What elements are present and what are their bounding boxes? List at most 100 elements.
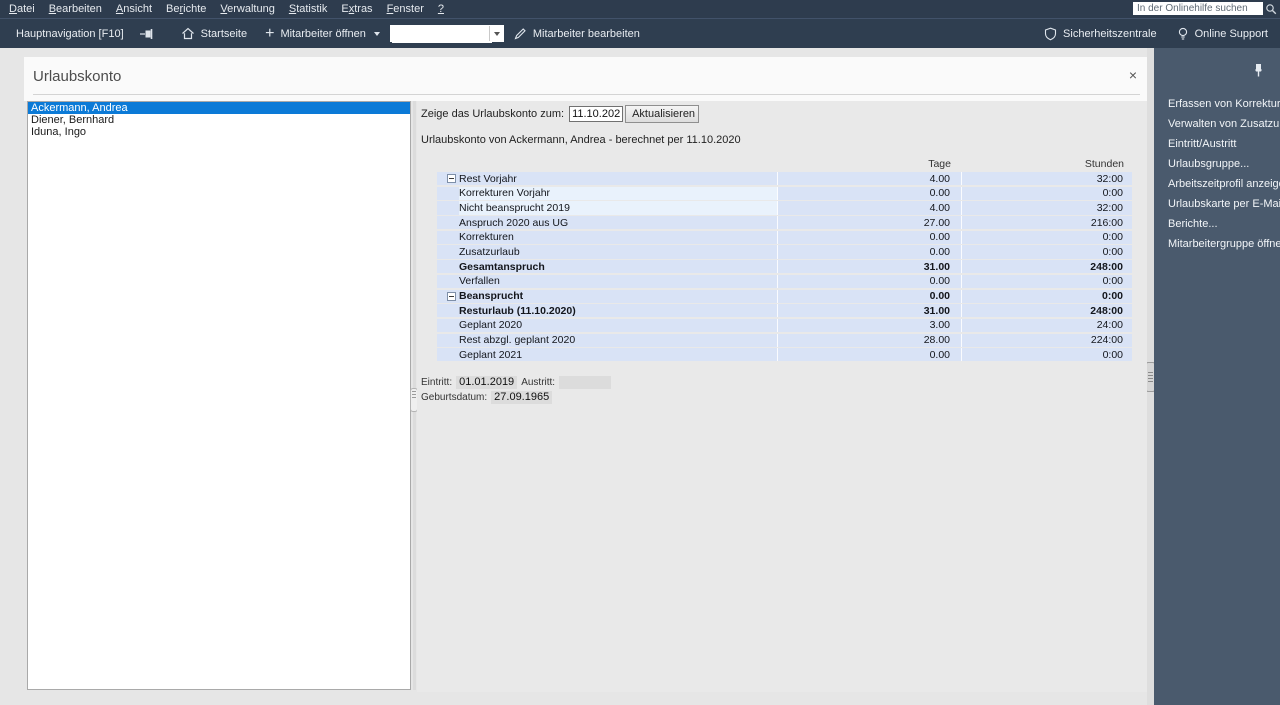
table-row[interactable]: Geplant 2021 0.00 0:00 xyxy=(437,348,1132,362)
home-icon xyxy=(181,27,195,40)
geburtsdatum-label: Geburtsdatum: xyxy=(421,391,488,403)
row-tage-value: 4.00 xyxy=(778,172,962,186)
row-tage-value: 31.00 xyxy=(778,304,962,318)
row-tage-value: 3.00 xyxy=(778,318,962,333)
sidebar-item-erfassen-von-korrekturen[interactable]: Erfassen von Korrekturen xyxy=(1154,94,1280,114)
online-help-search-input[interactable] xyxy=(1133,3,1263,14)
row-stunden-value: 0:00 xyxy=(1102,246,1123,259)
list-item[interactable]: Iduna, Ingo xyxy=(28,126,410,138)
row-label: Geplant 2021 xyxy=(459,348,778,362)
table-header: Tage Stunden xyxy=(437,158,1132,171)
row-label: Gesamtanspruch xyxy=(459,260,778,274)
startseite-button[interactable]: Startseite xyxy=(181,27,247,40)
row-label: Korrekturen xyxy=(459,230,778,244)
row-stunden-value: 248:00 xyxy=(1090,260,1123,273)
table-row[interactable]: Anspruch 2020 aus UG 27.00 216:00 xyxy=(437,216,1132,230)
table-row[interactable]: Nicht beansprucht 2019 4.00 32:00 xyxy=(437,201,1132,215)
tree-cell xyxy=(437,348,459,361)
toolbar: Hauptnavigation [F10] Startseite + Mitar… xyxy=(0,18,1280,48)
table-row[interactable]: Zusatzurlaub 0.00 0:00 xyxy=(437,245,1132,259)
eintritt-label: Eintritt: xyxy=(421,376,453,388)
tree-cell xyxy=(437,245,459,258)
plus-icon: + xyxy=(265,24,275,42)
tree-cell xyxy=(437,304,459,317)
table-row[interactable]: Rest Vorjahr 4.00 32:00 xyxy=(437,172,1132,186)
row-tage-value: 27.00 xyxy=(778,216,962,230)
menu-item-fenster[interactable]: Fenster xyxy=(380,3,431,15)
collapse-icon[interactable] xyxy=(447,291,456,301)
vacation-table: Rest Vorjahr 4.00 32:00 Korrekturen Vorjahr… xyxy=(437,172,1132,363)
table-row[interactable]: Rest abzgl. geplant 2020 28.00 224:00 xyxy=(437,333,1132,347)
sidebar-item-urlaubsgruppe[interactable]: Urlaubsgruppe... xyxy=(1154,154,1280,174)
menu-item-help[interactable]: ? xyxy=(431,3,451,15)
chevron-down-icon xyxy=(494,31,501,36)
table-row[interactable]: Beansprucht 0.00 0:00 xyxy=(437,289,1132,303)
sidebar-item-mitarbeitergruppe-ffnen[interactable]: Mitarbeitergruppe öffnen xyxy=(1154,234,1280,254)
table-row[interactable]: Geplant 2020 3.00 24:00 xyxy=(437,318,1132,333)
date-filter-row: Zeige das Urlaubskonto zum: Aktualisiere… xyxy=(421,105,700,123)
menu-item-verwaltung[interactable]: Verwaltung xyxy=(213,3,281,15)
pin-sidebar-icon[interactable] xyxy=(1253,63,1264,78)
main-area: Urlaubskonto × Ackermann, Andrea Diener, … xyxy=(0,48,1155,705)
sidebar-item-urlaubskarte-per-e-mail[interactable]: Urlaubskarte per E-Mail xyxy=(1154,194,1280,214)
menu-item-berichte[interactable]: Berichte xyxy=(159,3,213,15)
table-row[interactable]: Verfallen 0.00 0:00 xyxy=(437,274,1132,288)
row-label: Nicht beansprucht 2019 xyxy=(459,201,778,215)
austritt-label: Austritt: xyxy=(521,376,556,388)
sidebar-item-eintritt-austritt[interactable]: Eintritt/Austritt xyxy=(1154,134,1280,154)
tree-cell xyxy=(437,319,459,332)
table-row[interactable]: Korrekturen Vorjahr 0.00 0:00 xyxy=(437,186,1132,200)
table-row[interactable]: Korrekturen 0.00 0:00 xyxy=(437,230,1132,244)
row-label: Beansprucht xyxy=(459,289,778,303)
row-label: Verfallen xyxy=(459,274,778,288)
list-item[interactable]: Diener, Bernhard xyxy=(28,114,410,126)
row-tage-value: 0.00 xyxy=(778,348,962,362)
pin-navigation-icon[interactable] xyxy=(139,28,155,40)
vacation-account-content: Zeige das Urlaubskonto zum: Aktualisiere… xyxy=(417,101,1147,692)
collapse-icon[interactable] xyxy=(447,174,456,184)
row-stunden-value: 0:00 xyxy=(1102,275,1123,288)
aktualisieren-button[interactable]: Aktualisieren xyxy=(625,105,700,123)
table-row[interactable]: Resturlaub (11.10.2020) 31.00 248:00 xyxy=(437,304,1132,318)
online-support-button[interactable]: Online Support xyxy=(1177,27,1268,41)
tree-cell xyxy=(437,275,459,288)
sidebar-item-berichte[interactable]: Berichte... xyxy=(1154,214,1280,234)
sidebar-item-verwalten-von-zusatzurlaub[interactable]: Verwalten von Zusatzurlaub xyxy=(1154,114,1280,134)
mitarbeiter-combobox[interactable] xyxy=(389,25,504,43)
employee-list: Ackermann, Andrea Diener, Bernhard Iduna, … xyxy=(27,101,411,690)
menu-item-ansicht[interactable]: Ansicht xyxy=(109,3,159,15)
row-stunden-value: 24:00 xyxy=(1096,319,1123,332)
row-stunden-value: 0:00 xyxy=(1102,187,1123,200)
footer-line-1: Eintritt: 01.01.2019 Austritt: xyxy=(421,375,615,389)
table-row[interactable]: Gesamtanspruch 31.00 248:00 xyxy=(437,260,1132,274)
tree-cell xyxy=(437,172,459,185)
row-tage-value: 0.00 xyxy=(778,274,962,288)
tree-cell xyxy=(437,334,459,347)
row-label: Resturlaub (11.10.2020) xyxy=(459,304,778,318)
account-summary-text: Urlaubskonto von Ackermann, Andrea - ber… xyxy=(421,134,741,146)
search-icon[interactable] xyxy=(1265,3,1277,15)
list-item[interactable]: Ackermann, Andrea xyxy=(28,102,410,114)
sidebar-item-arbeitszeitprofil-anzeigen[interactable]: Arbeitszeitprofil anzeigen xyxy=(1154,174,1280,194)
row-label: Anspruch 2020 aus UG xyxy=(459,216,778,230)
hauptnavigation-button[interactable]: Hauptnavigation [F10] xyxy=(16,28,124,40)
mitarbeiter-oeffnen-button[interactable]: + Mitarbeiter öffnen xyxy=(265,24,380,42)
sicherheitszentrale-button[interactable]: Sicherheitszentrale xyxy=(1044,27,1157,41)
tree-cell xyxy=(437,187,459,200)
footer-line-2: Geburtsdatum: 27.09.1965 xyxy=(421,390,615,404)
mitarbeiter-bearbeiten-button[interactable]: Mitarbeiter bearbeiten xyxy=(514,27,640,40)
date-input[interactable] xyxy=(569,106,624,122)
menu-item-statistik[interactable]: Statistik xyxy=(282,3,335,15)
menu-item-extras[interactable]: Extras xyxy=(334,3,379,15)
close-icon[interactable]: × xyxy=(1129,68,1137,82)
menu-bar: Datei Bearbeiten Ansicht Berichte Verwaltung… xyxy=(0,0,1280,18)
online-support-label: Online Support xyxy=(1194,27,1268,40)
chevron-down-icon xyxy=(373,31,380,36)
combobox-dropdown-button[interactable] xyxy=(488,26,503,41)
row-tage-value: 4.00 xyxy=(778,201,962,215)
menu-item-datei[interactable]: Datei xyxy=(2,3,42,15)
date-filter-label: Zeige das Urlaubskonto zum: xyxy=(421,108,565,120)
menu-item-bearbeiten[interactable]: Bearbeiten xyxy=(42,3,109,15)
action-sidebar: Erfassen von KorrekturenVerwalten von Zu… xyxy=(1154,48,1280,705)
mitarbeiter-combobox-input[interactable] xyxy=(391,26,492,43)
